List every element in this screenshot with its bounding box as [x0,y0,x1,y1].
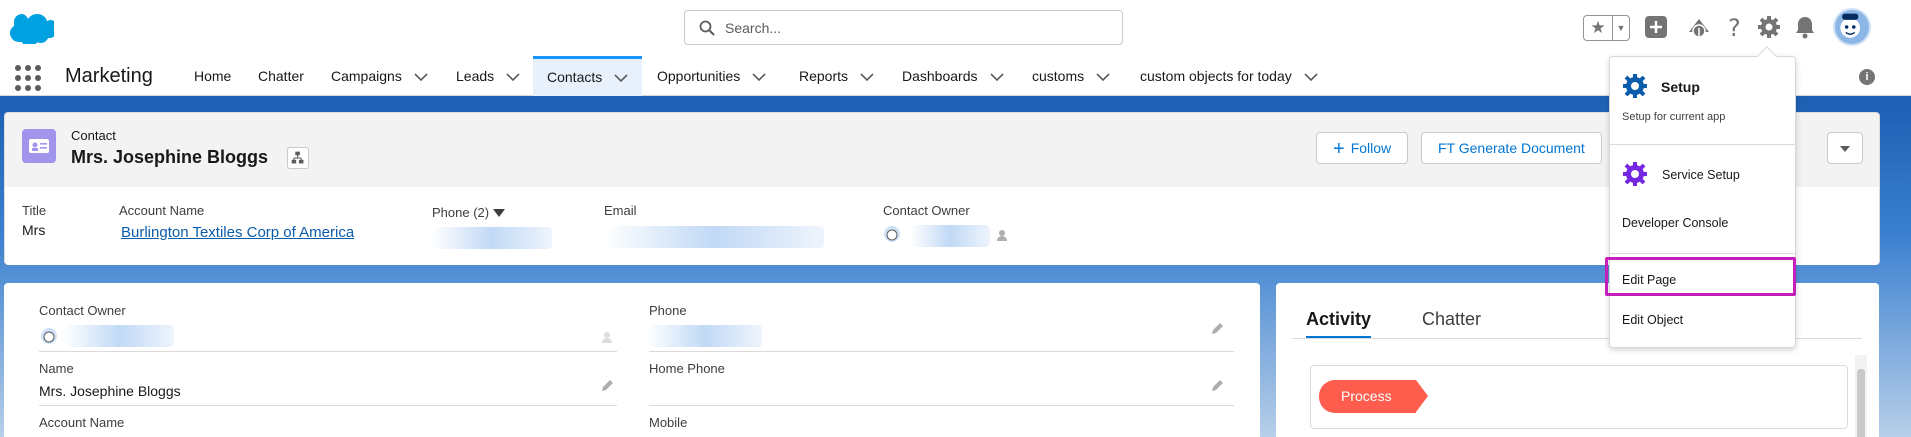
tab-custom-objects-for-today[interactable]: custom objects for today [1140,56,1318,96]
tab-reports[interactable]: Reports [799,56,874,96]
detail-account-name-label: Account Name [39,415,125,430]
phone-label[interactable]: Phone (2) [432,205,505,220]
follow-button[interactable]: + Follow [1316,132,1409,164]
bell-icon[interactable] [1792,14,1818,40]
trailhead-icon[interactable] [1686,14,1712,40]
favorites-button[interactable]: ★ ▼ [1583,15,1630,41]
tab-home[interactable]: Home [194,56,231,96]
owner-avatar-icon [41,328,57,344]
account-name-link[interactable]: Burlington Textiles Corp of America [121,224,354,241]
email-label: Email [604,203,637,218]
global-search[interactable]: Search... [684,10,1123,45]
record-highlights-panel: Contact Mrs. Josephine Bloggs + Follow FT… [4,112,1880,265]
detail-contact-owner-label: Contact Owner [39,303,126,318]
help-icon[interactable]: ? [1721,14,1747,40]
add-icon[interactable] [1643,14,1669,40]
chevron-down-icon[interactable] [614,74,628,83]
more-actions-button[interactable] [1827,132,1863,164]
global-header: Search... ★ ▼ ? [0,0,1911,56]
contact-icon [22,129,56,163]
info-icon[interactable]: i [1859,69,1875,85]
menu-setup[interactable]: Setup [1661,79,1700,95]
chevron-down-icon[interactable] [989,73,1004,82]
highlights-fields: Title Mrs Account Name Burlington Textil… [5,187,1879,265]
tab-customs[interactable]: customs [1032,56,1110,96]
detail-phone-label: Phone [649,303,687,318]
search-placeholder: Search... [725,20,782,36]
tab-dashboards[interactable]: Dashboards [902,56,1004,96]
chevron-down-icon[interactable]: ▼ [1613,16,1629,40]
gear-icon[interactable] [1756,14,1782,40]
chevron-down-icon[interactable] [752,73,766,82]
tab-leads[interactable]: Leads [456,56,520,96]
change-owner-icon[interactable] [995,228,1009,242]
tab-opportunities[interactable]: Opportunities [657,56,766,96]
detail-home-phone-label: Home Phone [649,361,725,376]
record-type-label: Contact [71,128,116,143]
chevron-down-icon[interactable] [506,73,520,82]
contact-owner-label: Contact Owner [883,203,970,218]
add-icon: + [1333,138,1345,160]
detail-name-label: Name [39,361,74,376]
chevron-down-icon[interactable] [860,73,874,82]
scrollbar[interactable] [1855,355,1867,437]
pencil-icon[interactable] [600,379,614,393]
setup-gear-icon [1623,74,1647,98]
change-owner-icon[interactable] [600,330,614,344]
setup-menu: Setup Setup for current app Service Setu… [1609,46,1796,348]
owner-avatar-icon [884,226,900,242]
title-value: Mrs [22,222,46,238]
menu-service-setup[interactable]: Service Setup [1662,168,1740,182]
tab-campaigns[interactable]: Campaigns [331,56,428,96]
menu-edit-object[interactable]: Edit Object [1622,313,1683,327]
menu-developer-console[interactable]: Developer Console [1622,216,1728,230]
chevron-down-icon[interactable] [492,209,505,217]
chevron-down-icon[interactable] [414,73,428,82]
detail-owner-redacted [64,325,174,347]
generate-document-button[interactable]: FT Generate Document [1421,132,1602,164]
hierarchy-icon [291,151,304,164]
process-badge[interactable]: Process [1319,380,1428,413]
owner-value-redacted [910,225,990,247]
tab-contacts[interactable]: Contacts [533,56,643,96]
tab-chatter[interactable]: Chatter [258,56,304,96]
svg-text:?: ? [1728,14,1741,40]
app-name: Marketing [65,65,153,87]
menu-setup-subtitle: Setup for current app [1622,111,1726,123]
pencil-icon[interactable] [1210,379,1224,393]
account-name-label: Account Name [119,203,205,218]
phone-value-redacted [432,227,552,249]
pencil-icon[interactable] [1210,322,1224,336]
salesforce-cloud-icon[interactable] [10,14,54,44]
hierarchy-button[interactable] [287,147,309,169]
email-value-redacted [604,226,824,248]
chevron-down-icon[interactable] [1096,73,1110,82]
chevron-down-icon [1840,146,1850,152]
record-details-panel: Contact Owner Phone Name Mrs. Josephine … [4,283,1260,437]
detail-mobile-label: Mobile [649,415,688,430]
detail-name-value: Mrs. Josephine Bloggs [39,383,181,399]
search-icon [699,20,715,36]
app-launcher-icon[interactable] [15,65,41,91]
title-label: Title [22,203,47,218]
service-setup-gear-icon [1623,162,1647,186]
tab-chatter-activity[interactable]: Chatter [1422,309,1481,330]
edit-page-highlight [1605,257,1796,296]
record-name: Mrs. Josephine Bloggs [71,147,269,167]
star-icon[interactable]: ★ [1584,16,1613,40]
tab-activity[interactable]: Activity [1306,309,1372,339]
chevron-down-icon[interactable] [1304,73,1318,82]
avatar[interactable] [1833,8,1871,46]
detail-phone-redacted [647,325,762,347]
